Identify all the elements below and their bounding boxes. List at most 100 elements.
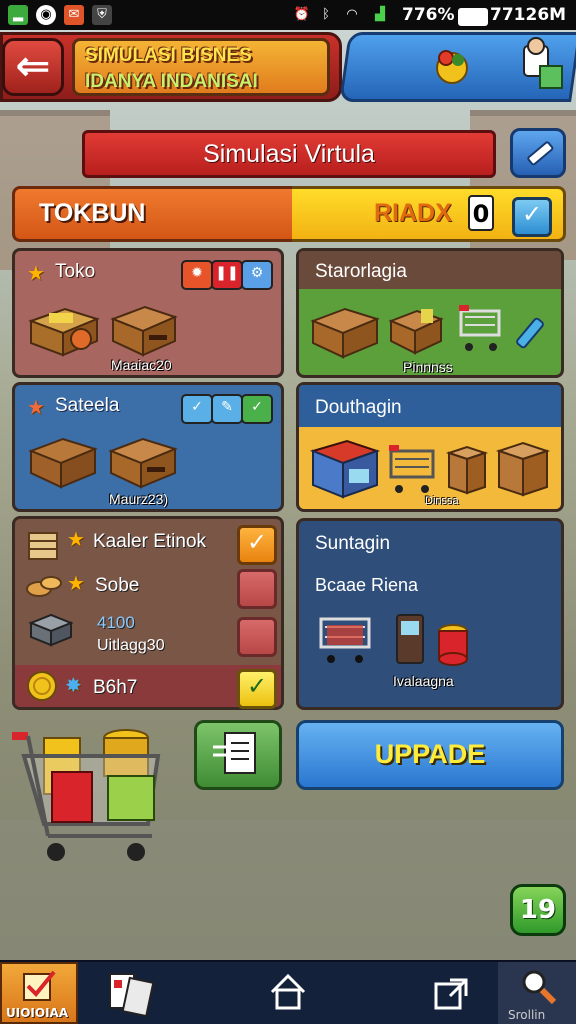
crate-tall-icon bbox=[445, 445, 489, 495]
stock-item-1-label: Kaaler Etinok bbox=[93, 531, 207, 552]
crate-icon bbox=[28, 437, 98, 489]
panel-toko-caption: Maaiac20 bbox=[111, 357, 172, 373]
star-icon: ★ bbox=[27, 261, 45, 285]
star-icon: ★ bbox=[67, 527, 85, 551]
coin-icon bbox=[27, 671, 57, 701]
battery-percent: 776% bbox=[402, 5, 455, 25]
search-icon bbox=[522, 970, 557, 1005]
panel-starorlagia-title: Starorlagia bbox=[315, 261, 407, 282]
cards-icon bbox=[109, 973, 155, 1018]
nav-item-share[interactable] bbox=[420, 962, 484, 1024]
tab-tokbun[interactable]: TOKBUN bbox=[12, 186, 294, 242]
panel-suntagin-caption: Ivalaagna bbox=[393, 673, 454, 689]
panel-suntagin-title: Suntagin bbox=[315, 533, 391, 554]
notification-icon: ▂ bbox=[8, 5, 28, 25]
stock-item-3-checkbox[interactable] bbox=[237, 617, 277, 657]
panel-toko-title: Toko bbox=[55, 261, 96, 282]
shopping-cart-icon bbox=[319, 617, 371, 663]
panel-douthagin-title: Douthagin bbox=[315, 397, 402, 418]
fruit-icon[interactable] bbox=[432, 42, 472, 86]
settings-icon[interactable]: ⚙ bbox=[241, 260, 273, 290]
bluetooth-icon: ᛒ bbox=[322, 7, 330, 22]
nav-item-store[interactable] bbox=[96, 962, 172, 1024]
tab-riadx[interactable]: RIADX 0 ✓ bbox=[292, 186, 566, 242]
pause-icon[interactable]: ❚❚ bbox=[211, 260, 243, 290]
crate-with-goods-icon bbox=[388, 309, 444, 355]
panel-douthagin[interactable]: Douthagin Dinssa bbox=[296, 382, 564, 512]
wifi-icon: ◠ bbox=[346, 7, 358, 22]
edit-button[interactable] bbox=[510, 128, 566, 178]
coin-stack-icon bbox=[438, 624, 468, 666]
stock-item-2-checkbox[interactable] bbox=[237, 569, 277, 609]
signal-icon: ▟ bbox=[375, 7, 385, 22]
shopping-cart-icon bbox=[389, 445, 435, 493]
panel-sateela-title: Sateela bbox=[55, 395, 120, 416]
app-notification-icon: ◉ bbox=[36, 5, 56, 25]
toolbox-icon bbox=[28, 613, 74, 647]
star-icon: ★ bbox=[27, 395, 45, 419]
page-banner: Simulasi Virtula bbox=[82, 130, 496, 178]
worker-icon[interactable] bbox=[510, 36, 566, 94]
arrow-left-icon: ⇐ bbox=[15, 41, 51, 90]
pencil-icon bbox=[527, 141, 554, 166]
nav-item-tasks-label: UIOIOIAA bbox=[6, 1006, 69, 1020]
panel-stock-list: ★ Kaaler Etinok ✓ ★ Sobe 4100 Uitlagg30 … bbox=[12, 516, 284, 710]
clock: 77126M bbox=[490, 5, 567, 25]
shield-icon: ⛨ bbox=[92, 5, 112, 25]
game-title: SIMULASI BISNES bbox=[85, 45, 252, 66]
spray-bottle-icon bbox=[516, 317, 544, 349]
stock-item-4-label: B6h7 bbox=[93, 677, 138, 698]
mail-icon: ✉ bbox=[64, 5, 84, 25]
star-icon: ★ bbox=[67, 571, 85, 595]
tab-riadx-label: RIADX bbox=[374, 199, 452, 227]
panel-suntagin[interactable]: Suntagin Bcaae Riena Ivalaagna bbox=[296, 518, 564, 710]
tab-tokbun-label: TOKBUN bbox=[39, 199, 146, 227]
alarm-icon: ⏰ bbox=[293, 7, 311, 22]
nav-item-search[interactable]: Srollin bbox=[498, 962, 576, 1024]
checklist-icon bbox=[23, 970, 56, 1001]
stock-item-3-sublabel: Uitlagg30 bbox=[97, 637, 165, 654]
upgrade-button[interactable]: UPPADE bbox=[296, 720, 564, 790]
crate-icon bbox=[110, 305, 178, 357]
nav-item-search-label: Srollin bbox=[508, 1008, 546, 1022]
document-button[interactable] bbox=[194, 720, 282, 790]
panel-suntagin-subtitle: Bcaae Riena bbox=[315, 575, 419, 595]
check-icon[interactable]: ✓ bbox=[181, 394, 213, 424]
phone-device-icon bbox=[396, 614, 424, 664]
panel-toko[interactable]: ★ Toko ✹ ❚❚ ⚙ Maaiac20 bbox=[12, 248, 284, 378]
crate-tall-icon bbox=[495, 441, 551, 497]
shop-building-icon bbox=[309, 439, 381, 499]
panel-sateela-caption: Maurz23) bbox=[109, 491, 169, 507]
fire-icon[interactable]: ✹ bbox=[181, 260, 213, 290]
status-bar: ▂ ◉ ✉ ⛨ ⏰ ᛒ ◠ ▟ 776% 77126M bbox=[0, 0, 576, 30]
bread-icon bbox=[26, 576, 62, 597]
tool-icon[interactable]: ✎ bbox=[211, 394, 243, 424]
stack-of-boxes-icon bbox=[28, 532, 58, 560]
panel-starorlagia-caption: Pinnnss bbox=[403, 359, 453, 375]
stock-item-3-label: 4100 bbox=[97, 613, 135, 632]
stock-item-1-checkbox[interactable]: ✓ bbox=[237, 525, 277, 565]
back-button[interactable]: ⇐ bbox=[2, 38, 64, 96]
tab-riadx-checkbox[interactable]: ✓ bbox=[512, 197, 552, 237]
battery-icon bbox=[458, 8, 488, 26]
stock-item-4-checkbox[interactable]: ✓ bbox=[237, 669, 277, 709]
panel-douthagin-caption: Dinssa bbox=[425, 495, 459, 507]
crate-icon bbox=[310, 307, 380, 359]
confirm-icon[interactable]: ✓ bbox=[241, 394, 273, 424]
treasure-crate-icon bbox=[28, 307, 100, 357]
home-icon bbox=[270, 973, 306, 1010]
tab-riadx-counter: 0 bbox=[468, 195, 494, 231]
game-title-panel: SIMULASI BISNES IDANYA INDANISAI bbox=[72, 38, 330, 96]
nav-item-tasks[interactable]: UIOIOIAA bbox=[0, 962, 78, 1024]
shopping-cart-illustration bbox=[12, 729, 161, 861]
star-icon: ✸ bbox=[65, 673, 82, 697]
shopping-cart-icon bbox=[459, 305, 501, 351]
panel-starorlagia[interactable]: Starorlagia Pinnnss bbox=[296, 248, 564, 378]
document-icon bbox=[213, 732, 256, 774]
crate-icon bbox=[108, 437, 178, 489]
game-subtitle: IDANYA INDANISAI bbox=[85, 71, 258, 92]
nav-item-home[interactable] bbox=[256, 962, 320, 1024]
external-link-icon bbox=[434, 978, 468, 1010]
level-badge[interactable]: 19 bbox=[510, 884, 566, 936]
panel-sateela[interactable]: ★ Sateela ✓ ✎ ✓ Maurz23) bbox=[12, 382, 284, 512]
